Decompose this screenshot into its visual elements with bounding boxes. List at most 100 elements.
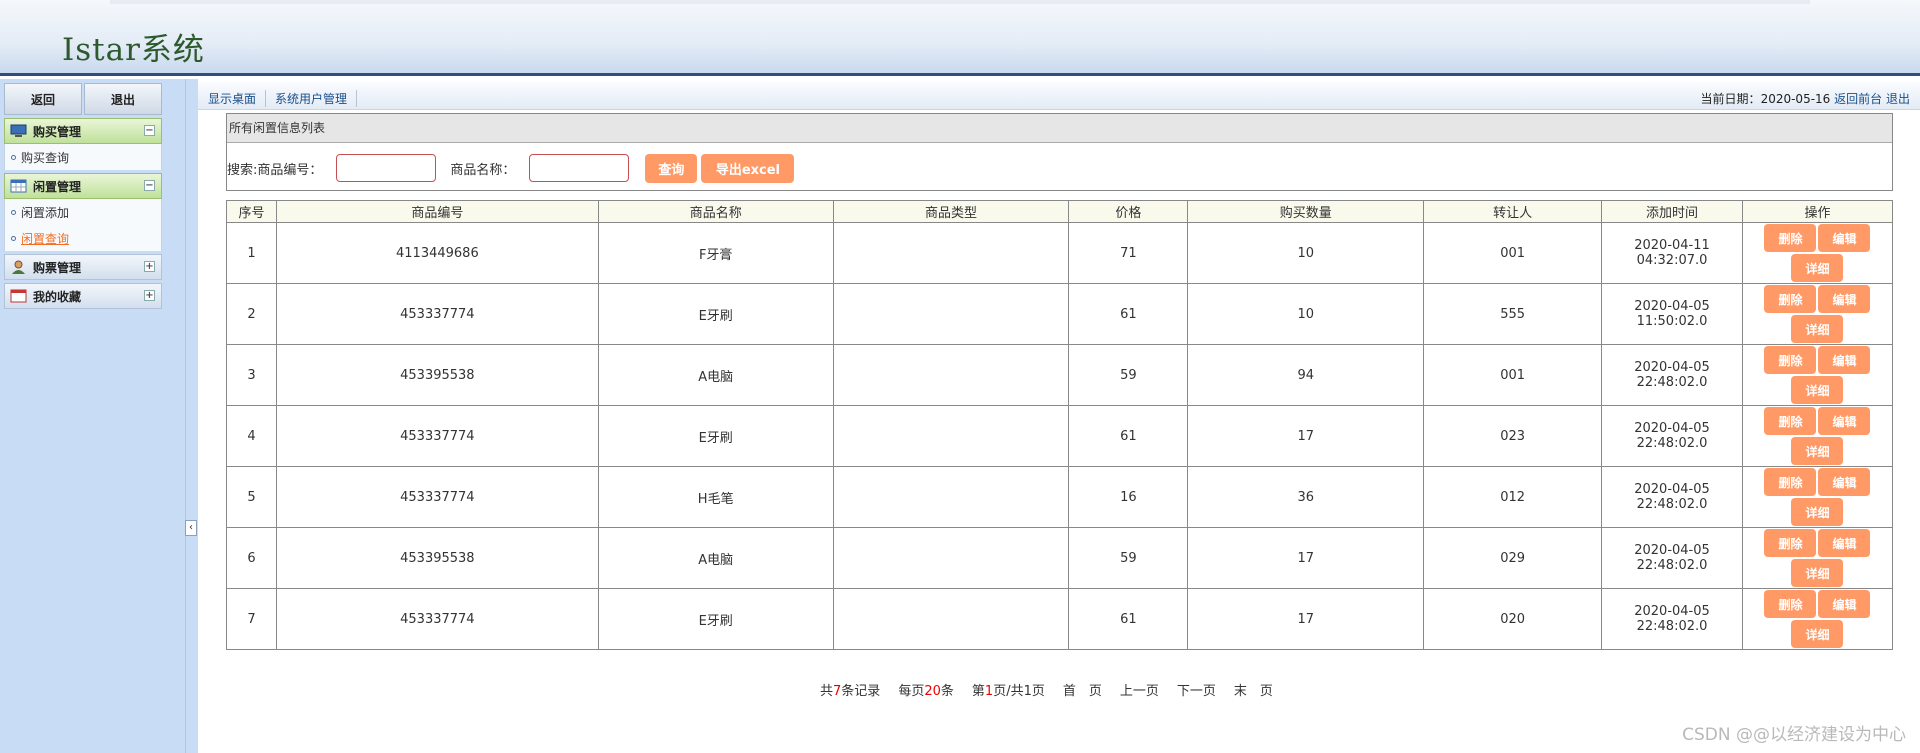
sidebar-item-idle-add[interactable]: 闲置添加 [5, 199, 161, 225]
last-page-link[interactable]: 末 页 [1234, 680, 1273, 699]
cell-name: A电脑 [597, 344, 834, 406]
nav-right-info: 当前日期：2020-05-16 返回前台 退出 [1701, 90, 1910, 107]
cell-type [832, 344, 1070, 406]
pagination: 共7条记录 每页20条 第1页/共1页 首 页 上一页 下一页 末 页 [820, 680, 1273, 699]
column-header: 价格 [1068, 200, 1189, 223]
nav-links: 显示桌面 系统用户管理 [208, 90, 358, 107]
detail-button[interactable]: 详细 [1791, 376, 1844, 404]
query-button[interactable]: 查询 [645, 153, 698, 183]
expand-toggle-icon[interactable]: + [144, 261, 155, 272]
delete-button[interactable]: 删除 [1764, 590, 1817, 618]
added-date: 2020-04-05 [1634, 360, 1710, 375]
cell-type [832, 283, 1070, 345]
cell-seller: 023 [1423, 405, 1603, 467]
delete-button[interactable]: 删除 [1764, 468, 1817, 496]
edit-button[interactable]: 编辑 [1818, 346, 1871, 374]
cell-actions: 删除 编辑 详细 [1741, 588, 1894, 650]
cell-added-time: 2020-04-05 22:48:02.0 [1601, 527, 1743, 589]
menu-group-idle[interactable]: 闲置管理 − [4, 173, 162, 199]
page-size: 每页20条 [898, 684, 954, 699]
cell-name: H毛笔 [597, 466, 834, 528]
cell-type [832, 466, 1070, 528]
cell-name: E牙刷 [597, 588, 834, 650]
cell-added-time: 2020-04-05 22:48:02.0 [1601, 344, 1743, 406]
nav-link-desktop[interactable]: 显示桌面 [208, 90, 267, 107]
next-page-link[interactable]: 下一页 [1177, 680, 1216, 699]
edit-button[interactable]: 编辑 [1818, 224, 1871, 252]
bullet-icon [11, 235, 16, 241]
sidebar-item-idle-query[interactable]: 闲置查询 [5, 225, 161, 251]
cell-no: 7 [226, 588, 277, 650]
sidebar-item-label: 闲置添加 [21, 205, 70, 220]
collapse-toggle-icon[interactable]: − [144, 125, 155, 136]
delete-button[interactable]: 删除 [1764, 285, 1817, 313]
cell-qty: 17 [1187, 527, 1425, 589]
app-header: Istar系统 [0, 0, 1920, 76]
cell-qty: 10 [1187, 283, 1425, 345]
collapse-toggle-icon[interactable]: − [144, 180, 155, 191]
sidebar-top-buttons: 返回 退出 [4, 83, 162, 115]
table-row: 4 453337774 E牙刷 61 17 023 2020-04-05 22:48:02.0… [226, 405, 1894, 467]
back-to-front-link[interactable]: 返回前台 [1834, 92, 1882, 106]
delete-button[interactable]: 删除 [1764, 346, 1817, 374]
export-excel-button[interactable]: 导出excel [701, 153, 795, 183]
delete-button[interactable]: 删除 [1764, 407, 1817, 435]
code-search-input[interactable] [336, 154, 437, 182]
detail-button[interactable]: 详细 [1791, 315, 1844, 343]
collapse-sidebar-icon[interactable]: ‹ [185, 520, 197, 536]
cell-qty: 94 [1187, 344, 1425, 406]
cell-actions: 删除 编辑 详细 [1741, 283, 1894, 345]
cell-code: 453337774 [275, 588, 599, 650]
delete-button[interactable]: 删除 [1764, 224, 1817, 252]
cell-no: 3 [226, 344, 277, 406]
detail-button[interactable]: 详细 [1791, 498, 1844, 526]
logout-button[interactable]: 退出 [84, 83, 162, 115]
window-icon [10, 289, 27, 303]
sidebar-splitter[interactable] [185, 79, 198, 753]
menu-group-tickets[interactable]: 购票管理 + [4, 254, 162, 280]
cell-added-time: 2020-04-05 22:48:02.0 [1601, 466, 1743, 528]
name-search-input[interactable] [529, 154, 630, 182]
nav-logout-link[interactable]: 退出 [1886, 92, 1910, 106]
edit-button[interactable]: 编辑 [1818, 590, 1871, 618]
menu-group-purchase[interactable]: 购买管理 − [4, 118, 162, 144]
delete-button[interactable]: 删除 [1764, 529, 1817, 557]
edit-button[interactable]: 编辑 [1818, 529, 1871, 557]
nav-link-user-admin[interactable]: 系统用户管理 [266, 90, 358, 107]
sidebar-item-purchase-query[interactable]: 购买查询 [5, 144, 161, 170]
added-date: 2020-04-05 [1634, 604, 1710, 619]
app-title: Istar系统 [62, 32, 205, 68]
cell-price: 16 [1068, 466, 1189, 528]
cell-added-time: 2020-04-11 04:32:07.0 [1601, 222, 1743, 284]
added-clock: 22:48:02.0 [1636, 619, 1708, 634]
detail-button[interactable]: 详细 [1791, 254, 1844, 282]
added-date: 2020-04-05 [1634, 299, 1710, 314]
menu-group-label: 闲置管理 [33, 179, 82, 194]
back-button[interactable]: 返回 [4, 83, 82, 115]
added-clock: 22:48:02.0 [1636, 558, 1708, 573]
added-date: 2020-04-05 [1634, 421, 1710, 436]
cell-code: 453337774 [275, 283, 599, 345]
prev-page-link[interactable]: 上一页 [1120, 680, 1159, 699]
menu-group-items: 购买查询 [4, 144, 162, 170]
table-body: 1 4113449686 F牙膏 71 10 001 2020-04-11 04:32:07.… [226, 222, 1894, 650]
monitor-icon [10, 124, 27, 138]
cell-seller: 001 [1423, 222, 1603, 284]
detail-button[interactable]: 详细 [1791, 559, 1844, 587]
table-row: 2 453337774 E牙刷 61 10 555 2020-04-05 11:50:02.0… [226, 283, 1894, 345]
detail-button[interactable]: 详细 [1791, 437, 1844, 465]
menu-group-favorites[interactable]: 我的收藏 + [4, 283, 162, 309]
first-page-link[interactable]: 首 页 [1063, 680, 1102, 699]
expand-toggle-icon[interactable]: + [144, 290, 155, 301]
name-label: 商品名称： [450, 162, 516, 178]
menu-group-items: 闲置添加 闲置查询 [4, 199, 162, 251]
column-header: 添加时间 [1601, 200, 1743, 223]
edit-button[interactable]: 编辑 [1818, 285, 1871, 313]
edit-button[interactable]: 编辑 [1818, 407, 1871, 435]
cell-code: 453395538 [275, 344, 599, 406]
edit-button[interactable]: 编辑 [1818, 468, 1871, 496]
table-row: 5 453337774 H毛笔 16 36 012 2020-04-05 22:48:02.0… [226, 466, 1894, 528]
detail-button[interactable]: 详细 [1791, 620, 1844, 648]
cell-name: E牙刷 [597, 405, 834, 467]
table-row: 3 453395538 A电脑 59 94 001 2020-04-05 22:48:02.0… [226, 344, 1894, 406]
